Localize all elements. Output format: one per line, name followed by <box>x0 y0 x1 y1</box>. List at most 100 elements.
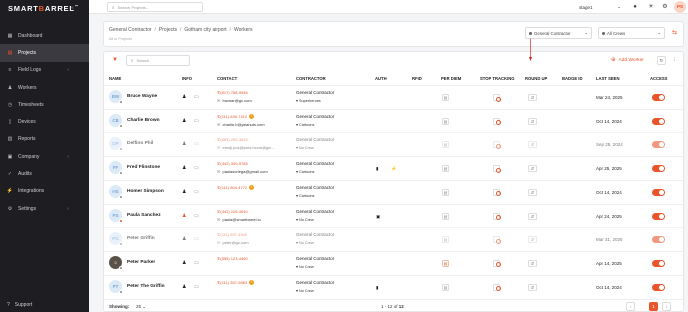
round-up-button[interactable]: ⇵ <box>528 259 537 267</box>
stop-tracking-button[interactable] <box>493 117 501 126</box>
more-menu-icon[interactable]: ⋮ <box>670 56 679 65</box>
sidebar-item-field-logs[interactable]: ≡ Field Logs ‹ <box>0 62 89 79</box>
refresh-icon[interactable]: ↻ <box>657 56 666 65</box>
support-link[interactable]: ? Support <box>7 302 32 308</box>
stop-tracking-button[interactable] <box>493 236 501 244</box>
worker-email[interactable]: ✉ paula@smartbarrel.io <box>217 217 261 222</box>
add-worker-button[interactable]: ⊕ Add Worker <box>611 57 644 63</box>
brand-logo[interactable]: SMARTBARREL™ <box>8 4 79 13</box>
table-row[interactable]: DP Delfino Phil ♟ ▭ ✆ (665) 255-3639 ✉ emoji.… <box>104 132 683 156</box>
worker-crew[interactable]: ▾ No Crew <box>296 264 314 269</box>
worker-email[interactable]: ✉ emoji.pok@pers.hccm@ga... <box>217 145 274 150</box>
id-card-icon[interactable]: ▭ <box>194 165 199 171</box>
sidebar-item-devices[interactable]: ▯ Devices <box>0 113 89 130</box>
worker-name[interactable]: Paula Sanchez <box>127 213 161 218</box>
table-row[interactable]: CB Charlie Brown ♟ ▭ ✆ (111) 639-7412! ✉ char… <box>104 108 683 133</box>
id-card-icon[interactable]: ▭ <box>194 118 199 124</box>
per-page-select[interactable]: 25 ⌄ <box>136 304 146 310</box>
next-page-button[interactable]: › <box>662 302 671 311</box>
worker-email[interactable]: ✉ bruwar@gc.com <box>217 98 252 103</box>
id-card-icon[interactable]: ▭ <box>194 260 199 266</box>
round-up-button[interactable]: ⇵ <box>528 212 537 220</box>
worker-crew[interactable]: ▾ No Crew <box>296 240 314 245</box>
stage-select[interactable]: stage1 ⌄ <box>577 3 623 11</box>
stop-tracking-button[interactable] <box>493 259 501 268</box>
worker-phone[interactable]: ✆ (111) 804-4772! <box>217 184 255 190</box>
id-card-icon[interactable]: ▭ <box>194 141 199 147</box>
per-diem-button[interactable]: ▤ <box>442 188 449 196</box>
worker-crew[interactable]: ▾ No Crew <box>296 217 314 222</box>
worker-name[interactable]: Fred Flinstone <box>127 165 160 170</box>
sidebar-item-audits[interactable]: ✓ Audits <box>0 165 89 182</box>
sidebar-item-projects[interactable]: ▤ Projects <box>0 44 89 62</box>
prev-page-button[interactable]: ‹ <box>626 302 635 311</box>
sidebar-item-dashboard[interactable]: ▦ Dashboard <box>0 27 89 44</box>
access-toggle[interactable] <box>652 283 665 291</box>
stop-tracking-button[interactable] <box>493 188 501 197</box>
worker-email[interactable]: ✉ peter@gc.com <box>217 240 249 245</box>
access-toggle[interactable] <box>652 117 665 125</box>
round-up-button[interactable]: ⇵ <box>528 117 537 125</box>
table-row[interactable]: HS Homer Simpson ♟ ▭ ✆ (111) 804-4772! Genera… <box>104 179 683 204</box>
sidebar-item-company[interactable]: ▣ Company ‹ <box>0 148 89 165</box>
worker-search-input[interactable]: ⌕ Search <box>126 55 190 66</box>
sidebar-item-workers[interactable]: ♟ Workers <box>0 79 89 96</box>
stop-tracking-button[interactable] <box>493 141 501 149</box>
access-toggle[interactable] <box>652 94 665 101</box>
worker-crew[interactable]: ▾ Cartoons <box>296 193 314 198</box>
stop-tracking-button[interactable] <box>493 212 501 220</box>
worker-phone[interactable]: ✆ (442) 226-4940 <box>217 209 248 214</box>
contractor-select[interactable]: General Contractor ⌄ <box>525 27 592 39</box>
access-toggle[interactable] <box>652 188 665 196</box>
id-card-icon[interactable]: ▭ <box>194 236 199 242</box>
breadcrumb-item[interactable]: Projects <box>159 27 177 33</box>
table-row[interactable]: PT Peter The Griffin ♟ ▭ ✆ (111) 557-9983! Ge… <box>104 274 683 299</box>
worker-name[interactable]: Bruce Wayne <box>127 94 157 99</box>
id-card-icon[interactable]: ▭ <box>194 284 199 290</box>
id-card-icon[interactable]: ▭ <box>194 213 199 219</box>
filter-icon[interactable]: ▼ <box>112 57 118 63</box>
round-up-button[interactable]: ⇵ <box>528 188 537 196</box>
table-row[interactable]: ☺ Peter Parker ♟ ▭ ✆ (555) 123-4460 General C… <box>104 250 683 275</box>
worker-name[interactable]: Peter Parker <box>127 260 155 265</box>
per-diem-button[interactable]: ▤ <box>442 117 449 125</box>
worker-phone[interactable]: ✆ (111) 597-4940 <box>217 232 247 237</box>
notifications-icon[interactable]: ● <box>631 3 639 11</box>
id-card-icon[interactable]: ▭ <box>194 94 199 100</box>
worker-phone[interactable]: ✆ (665) 255-3639 <box>217 137 248 142</box>
worker-phone[interactable]: ✆ (111) 639-7412! <box>217 113 255 119</box>
per-diem-button[interactable]: ▤ <box>442 212 449 220</box>
worker-crew[interactable]: ▾ Cartoons <box>296 122 314 127</box>
worker-phone[interactable]: ✆ (555) 123-4460 <box>217 256 248 261</box>
worker-crew[interactable]: ▾ No Crew <box>296 288 314 293</box>
gear-icon[interactable]: ⚙ <box>661 3 669 11</box>
round-up-button[interactable]: ⇵ <box>528 236 537 244</box>
sidebar-item-timesheets[interactable]: ◷ Timesheets <box>0 96 89 113</box>
worker-phone[interactable]: ✆ (442) 300-9785 <box>217 161 248 166</box>
sidebar-item-reports[interactable]: ▥ Reports <box>0 131 89 148</box>
user-avatar[interactable]: PS <box>674 1 686 13</box>
worker-phone[interactable]: ✆ (111) 557-9983! <box>217 279 255 285</box>
round-up-button[interactable]: ⇵ <box>528 283 537 291</box>
worker-email[interactable]: ✉ charlie.b@peanuts.com <box>217 122 265 127</box>
project-search-input[interactable]: ⌕ Search Projects... <box>107 2 203 12</box>
worker-name[interactable]: Homer Simpson <box>127 189 164 194</box>
access-toggle[interactable] <box>652 259 665 267</box>
table-row[interactable]: BW Bruce Wayne ♟ ▭ ✆ (917) 788-9946 ✉ bruwar@… <box>104 85 683 109</box>
per-diem-button[interactable]: ▤ <box>442 94 449 101</box>
round-up-button[interactable]: ⇵ <box>528 141 537 149</box>
worker-email[interactable]: ✉ paulasorlega@gmail.com <box>217 169 268 174</box>
access-toggle[interactable] <box>652 212 665 220</box>
sidebar-item-settings[interactable]: ⚙ Settings ‹ <box>0 200 89 217</box>
filter-settings-icon[interactable]: ⇆ <box>672 29 677 36</box>
worker-crew[interactable]: ▾ Cartoons <box>296 169 314 174</box>
worker-name[interactable]: Charlie Brown <box>127 118 160 123</box>
breadcrumb-item[interactable]: Gotham city airport <box>184 27 226 33</box>
id-card-icon[interactable]: ▭ <box>194 189 199 195</box>
round-up-button[interactable]: ⇵ <box>528 94 537 101</box>
table-row[interactable]: PG Peter Griffin ♟ ▭ ✆ (111) 597-4940 ✉ peter… <box>104 227 683 251</box>
table-row[interactable]: FF Fred Flinstone ♟ ▭ ✆ (442) 300-9785 ✉ paul… <box>104 156 683 180</box>
access-toggle[interactable] <box>652 141 665 149</box>
per-diem-button[interactable]: ▤ <box>442 259 449 267</box>
crew-select[interactable]: All Crews ⌄ <box>598 27 665 39</box>
